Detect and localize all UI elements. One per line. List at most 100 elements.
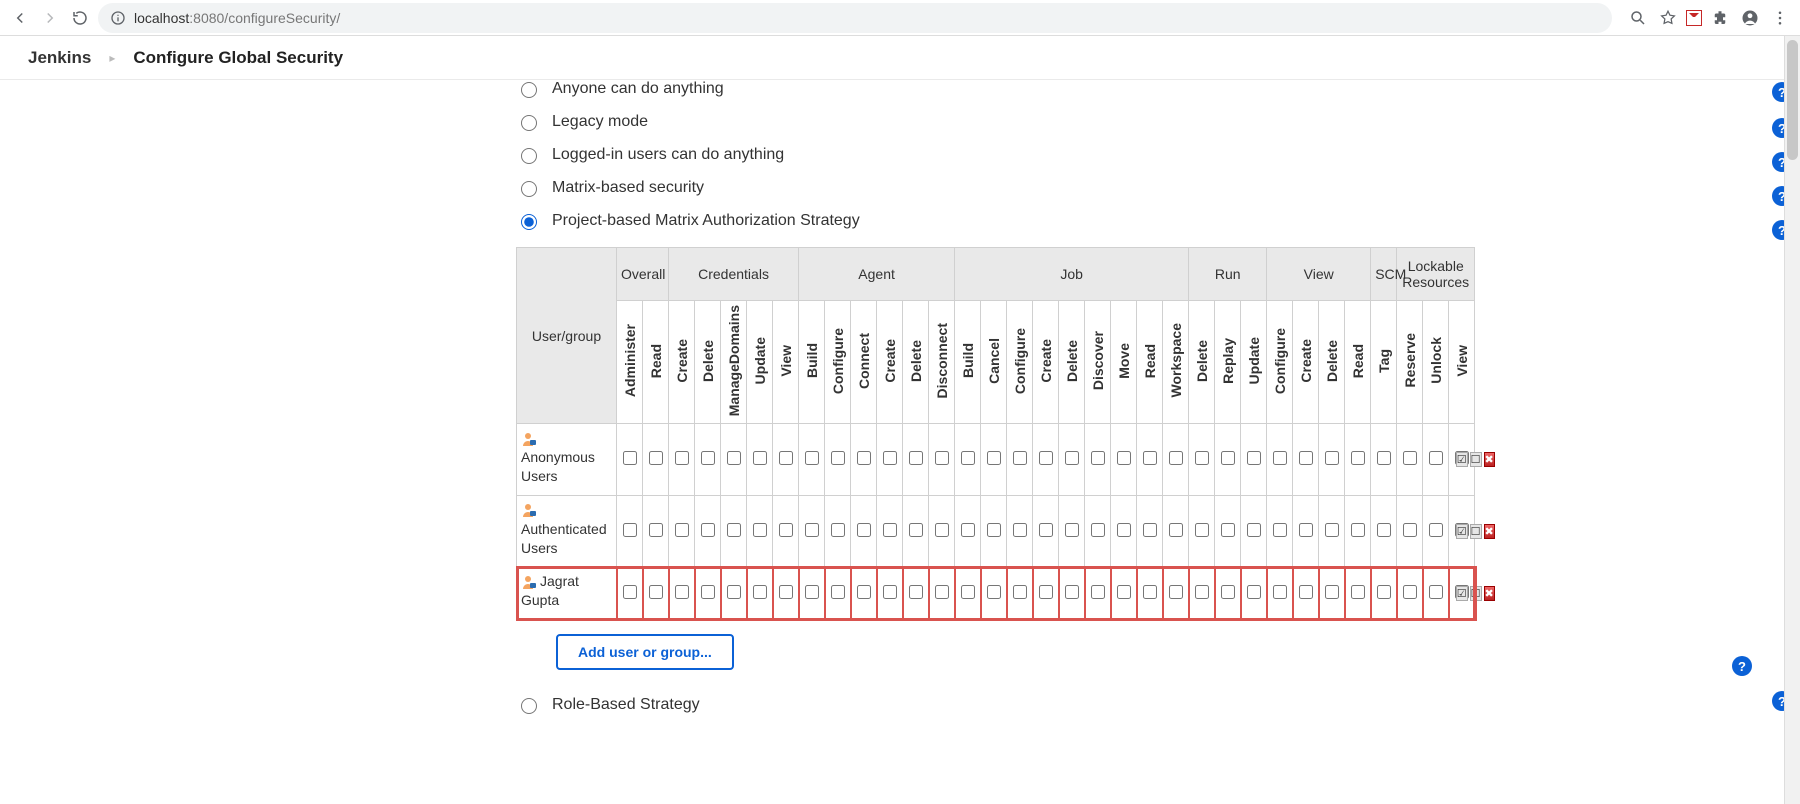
perm-checkbox[interactable] — [1117, 523, 1131, 537]
radio-logged-in[interactable] — [521, 148, 537, 164]
perm-checkbox[interactable] — [1273, 585, 1287, 599]
perm-checkbox[interactable] — [1169, 585, 1183, 599]
perm-checkbox[interactable] — [1325, 451, 1339, 465]
perm-checkbox[interactable] — [675, 451, 689, 465]
zoom-icon[interactable] — [1626, 6, 1650, 30]
perm-checkbox[interactable] — [961, 523, 975, 537]
perm-checkbox[interactable] — [909, 585, 923, 599]
perm-checkbox[interactable] — [1013, 585, 1027, 599]
select-all-icon[interactable]: ☑ — [1456, 452, 1468, 467]
perm-checkbox[interactable] — [1429, 523, 1443, 537]
perm-checkbox[interactable] — [1091, 523, 1105, 537]
perm-checkbox[interactable] — [1117, 451, 1131, 465]
perm-checkbox[interactable] — [831, 585, 845, 599]
perm-checkbox[interactable] — [1299, 585, 1313, 599]
perm-checkbox[interactable] — [1247, 523, 1261, 537]
perm-checkbox[interactable] — [1429, 451, 1443, 465]
perm-checkbox[interactable] — [1039, 451, 1053, 465]
radio-legacy[interactable] — [521, 115, 537, 131]
perm-checkbox[interactable] — [1351, 585, 1365, 599]
radio-anyone[interactable] — [521, 82, 537, 98]
perm-checkbox[interactable] — [1273, 451, 1287, 465]
perm-checkbox[interactable] — [779, 451, 793, 465]
perm-checkbox[interactable] — [1117, 585, 1131, 599]
perm-checkbox[interactable] — [753, 585, 767, 599]
perm-checkbox[interactable] — [1273, 523, 1287, 537]
perm-checkbox[interactable] — [1039, 523, 1053, 537]
perm-checkbox[interactable] — [831, 523, 845, 537]
perm-checkbox[interactable] — [623, 585, 637, 599]
extensions-icon[interactable] — [1708, 6, 1732, 30]
perm-checkbox[interactable] — [1221, 585, 1235, 599]
perm-checkbox[interactable] — [883, 585, 897, 599]
profile-avatar-icon[interactable] — [1738, 6, 1762, 30]
perm-checkbox[interactable] — [1091, 585, 1105, 599]
perm-checkbox[interactable] — [1065, 451, 1079, 465]
perm-checkbox[interactable] — [1065, 523, 1079, 537]
perm-checkbox[interactable] — [1403, 523, 1417, 537]
help-icon[interactable]: ? — [1732, 656, 1752, 676]
perm-checkbox[interactable] — [857, 585, 871, 599]
perm-checkbox[interactable] — [1143, 523, 1157, 537]
perm-checkbox[interactable] — [1195, 585, 1209, 599]
delete-row-icon[interactable]: ✖ — [1484, 586, 1495, 601]
perm-checkbox[interactable] — [961, 585, 975, 599]
perm-checkbox[interactable] — [649, 523, 663, 537]
perm-checkbox[interactable] — [1221, 523, 1235, 537]
perm-checkbox[interactable] — [1351, 523, 1365, 537]
perm-checkbox[interactable] — [649, 585, 663, 599]
perm-checkbox[interactable] — [1325, 523, 1339, 537]
perm-checkbox[interactable] — [1247, 585, 1261, 599]
perm-checkbox[interactable] — [623, 451, 637, 465]
select-all-icon[interactable]: ☑ — [1456, 586, 1468, 601]
perm-checkbox[interactable] — [649, 451, 663, 465]
perm-checkbox[interactable] — [1143, 585, 1157, 599]
perm-checkbox[interactable] — [1377, 451, 1391, 465]
perm-checkbox[interactable] — [727, 585, 741, 599]
clear-all-icon[interactable]: ☐ — [1470, 586, 1482, 601]
perm-checkbox[interactable] — [935, 585, 949, 599]
perm-checkbox[interactable] — [753, 451, 767, 465]
perm-checkbox[interactable] — [1403, 451, 1417, 465]
perm-checkbox[interactable] — [1351, 451, 1365, 465]
perm-checkbox[interactable] — [1065, 585, 1079, 599]
perm-checkbox[interactable] — [623, 523, 637, 537]
perm-checkbox[interactable] — [1169, 451, 1183, 465]
radio-matrix[interactable] — [521, 181, 537, 197]
site-info-icon[interactable] — [110, 10, 126, 26]
perm-checkbox[interactable] — [805, 451, 819, 465]
delete-row-icon[interactable]: ✖ — [1484, 524, 1495, 539]
perm-checkbox[interactable] — [675, 523, 689, 537]
radio-role-based[interactable] — [521, 698, 537, 714]
perm-checkbox[interactable] — [1195, 451, 1209, 465]
perm-checkbox[interactable] — [1299, 451, 1313, 465]
perm-checkbox[interactable] — [753, 523, 767, 537]
mcafee-extension-icon[interactable] — [1686, 10, 1702, 26]
nav-back-button[interactable] — [8, 6, 32, 30]
bookmark-star-icon[interactable] — [1656, 6, 1680, 30]
add-user-button[interactable]: Add user or group... — [556, 634, 734, 670]
perm-checkbox[interactable] — [1013, 451, 1027, 465]
perm-checkbox[interactable] — [1429, 585, 1443, 599]
breadcrumb-root[interactable]: Jenkins — [28, 48, 91, 68]
perm-checkbox[interactable] — [987, 585, 1001, 599]
nav-reload-button[interactable] — [68, 6, 92, 30]
perm-checkbox[interactable] — [675, 585, 689, 599]
perm-checkbox[interactable] — [779, 523, 793, 537]
perm-checkbox[interactable] — [987, 523, 1001, 537]
perm-checkbox[interactable] — [1195, 523, 1209, 537]
perm-checkbox[interactable] — [1299, 523, 1313, 537]
perm-checkbox[interactable] — [701, 451, 715, 465]
perm-checkbox[interactable] — [935, 523, 949, 537]
perm-checkbox[interactable] — [1377, 585, 1391, 599]
perm-checkbox[interactable] — [1039, 585, 1053, 599]
delete-row-icon[interactable]: ✖ — [1484, 452, 1495, 467]
perm-checkbox[interactable] — [779, 585, 793, 599]
clear-all-icon[interactable]: ☐ — [1470, 452, 1482, 467]
perm-checkbox[interactable] — [857, 451, 871, 465]
perm-checkbox[interactable] — [1091, 451, 1105, 465]
perm-checkbox[interactable] — [1403, 585, 1417, 599]
perm-checkbox[interactable] — [831, 451, 845, 465]
perm-checkbox[interactable] — [701, 523, 715, 537]
perm-checkbox[interactable] — [1013, 523, 1027, 537]
